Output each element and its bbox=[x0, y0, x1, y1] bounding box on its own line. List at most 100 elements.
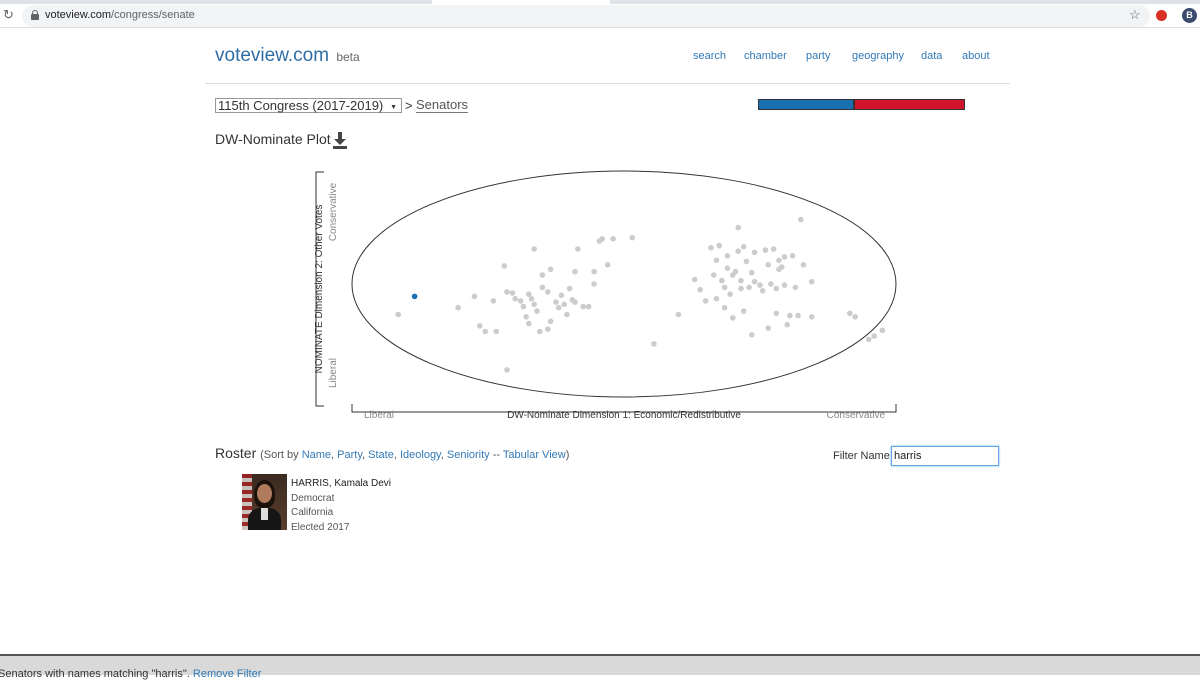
nav-geography[interactable]: geography bbox=[852, 50, 904, 62]
senator-point[interactable] bbox=[808, 278, 815, 285]
senator-point[interactable] bbox=[564, 311, 570, 318]
senator-point[interactable] bbox=[721, 284, 728, 291]
senator-point[interactable] bbox=[610, 236, 616, 242]
senator-point[interactable] bbox=[770, 246, 777, 252]
sort-state-link[interactable]: State bbox=[368, 449, 394, 461]
sort-name-link[interactable]: Name bbox=[302, 449, 331, 461]
senator-point[interactable] bbox=[792, 284, 799, 291]
nav-data[interactable]: data bbox=[921, 50, 942, 62]
senator-point[interactable] bbox=[629, 234, 635, 241]
senator-point[interactable] bbox=[800, 262, 807, 268]
senator-point[interactable] bbox=[751, 249, 758, 256]
senator-point[interactable] bbox=[735, 248, 741, 254]
senator-point[interactable] bbox=[539, 272, 546, 278]
member-photo[interactable] bbox=[242, 474, 287, 530]
senator-point[interactable] bbox=[477, 323, 483, 329]
bookmark-star-icon[interactable]: ☆ bbox=[1129, 7, 1141, 23]
senator-point[interactable] bbox=[738, 285, 744, 292]
senator-point[interactable] bbox=[730, 315, 736, 321]
senator-point[interactable] bbox=[746, 284, 752, 291]
senators-link[interactable]: Senators bbox=[416, 98, 469, 113]
senator-point[interactable] bbox=[727, 291, 733, 297]
senator-point[interactable] bbox=[759, 288, 766, 294]
senator-point[interactable] bbox=[879, 327, 886, 334]
senator-point[interactable] bbox=[512, 295, 518, 302]
senator-point[interactable] bbox=[517, 298, 524, 304]
senator-point[interactable] bbox=[482, 328, 489, 335]
profile-avatar[interactable]: B bbox=[1182, 8, 1197, 23]
party-bar-democrat[interactable] bbox=[759, 100, 854, 109]
senator-point[interactable] bbox=[735, 224, 741, 231]
senator-point[interactable] bbox=[691, 276, 698, 283]
tabular-view-link[interactable]: Tabular View bbox=[503, 449, 566, 461]
senator-point[interactable] bbox=[708, 245, 714, 251]
senator-point[interactable] bbox=[395, 311, 401, 318]
senator-point[interactable] bbox=[572, 299, 578, 305]
sort-party-link[interactable]: Party bbox=[337, 449, 362, 461]
nav-chamber[interactable]: chamber bbox=[744, 50, 787, 62]
senator-point[interactable] bbox=[713, 295, 720, 302]
senator-point[interactable] bbox=[732, 268, 739, 275]
senator-point[interactable] bbox=[740, 243, 747, 250]
senator-point[interactable] bbox=[504, 367, 510, 373]
senator-point[interactable] bbox=[558, 292, 565, 299]
senator-point[interactable] bbox=[743, 258, 750, 265]
senator-point[interactable] bbox=[509, 290, 516, 296]
senator-point[interactable] bbox=[501, 263, 508, 269]
senator-point[interactable] bbox=[471, 293, 478, 300]
member-card[interactable]: HARRIS, Kamala Devi Democrat California … bbox=[291, 477, 391, 535]
senator-point[interactable] bbox=[757, 282, 763, 288]
senator-point[interactable] bbox=[526, 320, 532, 327]
senator-point[interactable] bbox=[520, 303, 527, 310]
senator-point[interactable] bbox=[773, 285, 780, 292]
reload-icon[interactable]: ↻ bbox=[3, 7, 14, 23]
senator-point[interactable] bbox=[702, 298, 709, 304]
senator-point[interactable] bbox=[575, 246, 581, 252]
senator-point[interactable] bbox=[795, 312, 801, 319]
senator-point[interactable] bbox=[580, 303, 586, 310]
senator-point[interactable] bbox=[534, 308, 540, 314]
senator-point[interactable] bbox=[713, 257, 720, 264]
senator-point[interactable] bbox=[784, 321, 790, 328]
senator-point[interactable] bbox=[455, 304, 461, 311]
site-brand[interactable]: voteview.com beta bbox=[215, 45, 360, 67]
senator-point[interactable] bbox=[545, 289, 551, 295]
senator-point[interactable] bbox=[553, 299, 559, 305]
senator-point[interactable] bbox=[528, 295, 535, 302]
senator-point[interactable] bbox=[531, 246, 537, 252]
nav-search[interactable]: search bbox=[693, 50, 726, 62]
senator-point[interactable] bbox=[490, 298, 497, 304]
senator-point[interactable] bbox=[776, 257, 782, 264]
senator-point[interactable] bbox=[789, 253, 796, 259]
sort-ideology-link[interactable]: Ideology bbox=[400, 449, 441, 461]
senator-point[interactable] bbox=[749, 269, 755, 276]
download-icon[interactable] bbox=[332, 132, 348, 149]
senator-point[interactable] bbox=[547, 318, 554, 325]
senator-point[interactable] bbox=[566, 285, 573, 292]
senator-point[interactable] bbox=[716, 242, 722, 249]
senator-point[interactable] bbox=[675, 311, 682, 318]
nav-about[interactable]: about bbox=[962, 50, 990, 62]
senator-points[interactable] bbox=[395, 216, 886, 373]
remove-filter-link[interactable]: Remove Filter bbox=[193, 668, 261, 680]
dw-nominate-plot[interactable]: NOMINATE Dimension 2: Other Votes Conser… bbox=[300, 160, 910, 425]
senator-point[interactable] bbox=[847, 310, 853, 317]
senator-point[interactable] bbox=[599, 236, 605, 242]
sort-seniority-link[interactable]: Seniority bbox=[447, 449, 490, 461]
senator-point[interactable] bbox=[651, 341, 657, 347]
senator-point[interactable] bbox=[555, 304, 562, 311]
senator-point[interactable] bbox=[572, 268, 578, 275]
senator-point[interactable] bbox=[697, 286, 703, 293]
senator-point[interactable] bbox=[773, 310, 780, 317]
senator-point[interactable] bbox=[561, 301, 567, 308]
senator-point[interactable] bbox=[547, 266, 554, 273]
senator-point[interactable] bbox=[871, 333, 877, 339]
senator-point[interactable] bbox=[779, 264, 785, 270]
senator-point[interactable] bbox=[751, 278, 758, 285]
senator-point[interactable] bbox=[781, 254, 788, 260]
senator-point[interactable] bbox=[740, 308, 747, 314]
senator-point[interactable] bbox=[798, 216, 804, 223]
senator-point[interactable] bbox=[762, 247, 769, 253]
senator-point[interactable] bbox=[545, 326, 551, 332]
senator-point[interactable] bbox=[719, 277, 725, 284]
